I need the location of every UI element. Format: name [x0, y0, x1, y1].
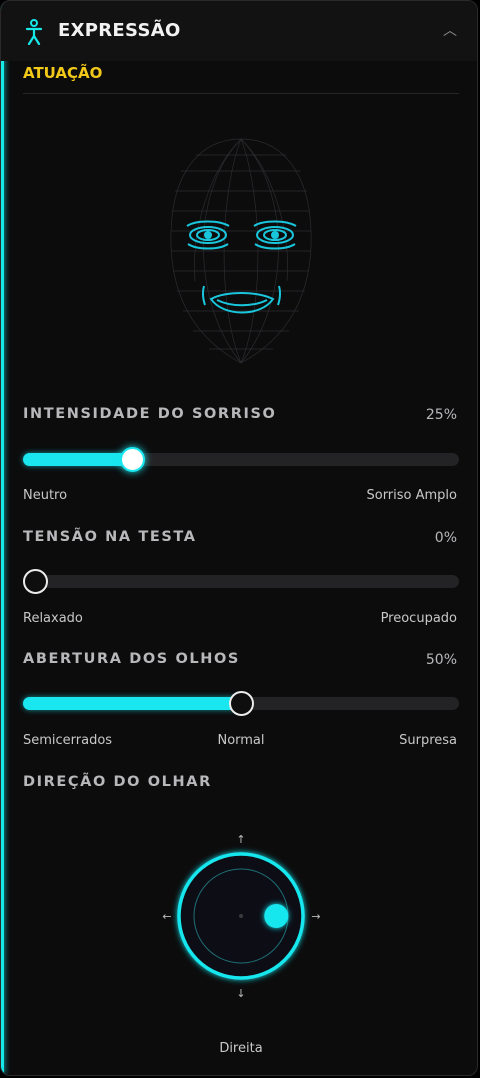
smile-intensity-slider[interactable] [23, 447, 459, 472]
joystick-knob [264, 904, 289, 928]
expression-panel: EXPRESSÃO ︿ ATUAÇÃO INTENSIDADE DO SORRI… [0, 0, 478, 1076]
eye-opening-slider[interactable] [23, 691, 459, 716]
eye-opening-label: ABERTURA DOS OLHOS [23, 651, 240, 667]
range-max-label: Sorriso Amplo [366, 488, 457, 503]
forehead-tension-value: 0% [434, 530, 457, 546]
forehead-tension-label: TENSÃO NA TESTA [23, 529, 197, 545]
face-preview [170, 138, 312, 364]
range-min-label: Relaxado [23, 611, 83, 626]
gaze-direction-label: DIREÇÃO DO OLHAR [23, 774, 212, 790]
panel-title: EXPRESSÃO [58, 20, 181, 41]
forehead-tension-slider[interactable] [23, 569, 459, 594]
arrow-right-icon: → [311, 910, 320, 923]
range-max-label: Preocupado [380, 611, 457, 626]
smile-intensity-value: 25% [425, 407, 457, 423]
range-min-label: Neutro [23, 488, 68, 503]
arrow-down-icon: ↓ [236, 987, 245, 1000]
section-divider [23, 93, 459, 94]
gaze-direction-readout: Direita [219, 1041, 263, 1056]
panel-header[interactable]: EXPRESSÃO ︿ [1, 1, 477, 61]
person-figure-icon [25, 19, 43, 45]
slider-thumb[interactable] [229, 691, 254, 716]
joystick-center-dot [239, 914, 243, 918]
section-label: ATUAÇÃO [23, 64, 103, 82]
range-max-label: Surpresa [399, 733, 457, 748]
smile-intensity-label: INTENSIDADE DO SORRISO [23, 406, 277, 422]
slider-fill [23, 697, 241, 710]
chevron-up-icon[interactable]: ︿ [439, 19, 461, 41]
slider-thumb[interactable] [23, 569, 48, 594]
arrow-left-icon: ← [162, 910, 171, 923]
eye-opening-value: 50% [425, 652, 457, 668]
slider-fill [23, 453, 132, 466]
accent-bar [1, 1, 4, 1075]
gaze-joystick[interactable]: ↑ ↓ ← → [161, 831, 321, 1001]
arrow-up-icon: ↑ [236, 833, 245, 846]
slider-thumb[interactable] [120, 447, 145, 472]
